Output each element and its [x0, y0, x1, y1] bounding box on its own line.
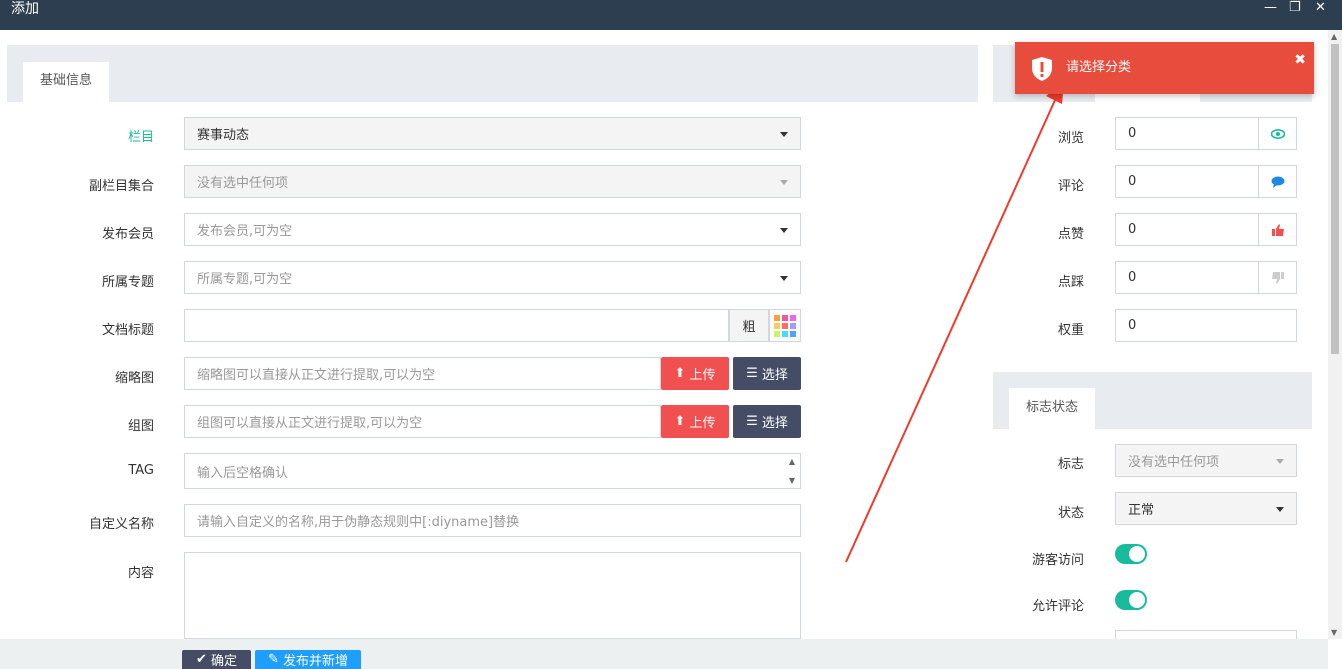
special-select[interactable]: 所属专题,可为空 — [184, 261, 801, 294]
subcategory-select[interactable]: 没有选中任何项 — [184, 165, 801, 198]
eye-icon — [1258, 117, 1297, 150]
check-icon: ✔ — [196, 652, 207, 667]
dislikes-input[interactable]: 0 — [1115, 261, 1259, 294]
chevron-down-icon — [1276, 506, 1284, 512]
color-picker-icon[interactable] — [769, 309, 801, 342]
diyname-input[interactable]: 请输入自定义的名称,用于伪静态规则中[:diyname]替换 — [184, 504, 801, 537]
weight-input[interactable]: 0 — [1115, 309, 1297, 342]
state-select[interactable]: 正常 — [1115, 492, 1297, 525]
special-placeholder: 所属专题,可为空 — [197, 272, 293, 287]
error-toast: 请选择分类 ✖ — [1015, 42, 1314, 94]
window-titlebar: 添加 — ❐ ✕ — [0, 0, 1342, 30]
images-label: 组图 — [127, 419, 154, 434]
views-label: 浏览 — [1057, 131, 1084, 146]
thumb-input[interactable]: 缩略图可以直接从正文进行提取,可以为空 — [184, 357, 661, 390]
comments-label: 评论 — [1057, 179, 1084, 194]
tag-placeholder: 输入后空格确认 — [197, 465, 289, 481]
bold-button[interactable]: 粗 — [729, 309, 769, 342]
member-select[interactable]: 发布会员,可为空 — [184, 213, 801, 246]
likes-label: 点赞 — [1057, 227, 1084, 242]
thumb-upload-label: 上传 — [689, 368, 716, 383]
scroll-down-icon[interactable]: ▼ — [1331, 628, 1337, 637]
weight-label: 权重 — [1057, 323, 1084, 338]
member-placeholder: 发布会员,可为空 — [197, 224, 293, 239]
doctitle-label: 文档标题 — [101, 323, 154, 338]
images-input[interactable]: 组图可以直接从正文进行提取,可以为空 — [184, 405, 661, 438]
scrollbar[interactable]: ▲ ▼ — [1328, 30, 1342, 639]
images-select-label: 选择 — [761, 416, 788, 431]
shield-icon — [1032, 57, 1052, 81]
content-editor[interactable] — [184, 552, 801, 639]
spin-up-icon[interactable]: ▲ — [789, 457, 795, 466]
guest-access-label: 游客访问 — [1031, 553, 1084, 568]
chevron-down-icon — [1276, 458, 1284, 464]
pencil-icon: ✎ — [268, 652, 279, 667]
diyname-label: 自定义名称 — [88, 517, 154, 532]
publish-label: 发布并新增 — [282, 654, 348, 669]
upload-icon: ⬆ — [674, 366, 686, 381]
publish-and-new-button[interactable]: ✎ 发布并新增 — [255, 650, 361, 669]
confirm-button[interactable]: ✔ 确定 — [182, 650, 251, 669]
special-label: 所属专题 — [101, 275, 154, 290]
confirm-label: 确定 — [210, 654, 237, 669]
images-upload-label: 上传 — [689, 416, 716, 431]
diyname-placeholder: 请输入自定义的名称,用于伪静态规则中[:diyname]替换 — [197, 515, 520, 530]
flag-select[interactable]: 没有选中任何项 — [1115, 444, 1297, 477]
doctitle-input[interactable] — [184, 309, 729, 342]
flag-value: 没有选中任何项 — [1128, 455, 1220, 470]
subcategory-label: 副栏目集合 — [88, 179, 154, 194]
category-value: 赛事动态 — [197, 128, 250, 143]
views-input[interactable]: 0 — [1115, 117, 1259, 150]
dislikes-label: 点踩 — [1057, 275, 1084, 290]
thumb-placeholder: 缩略图可以直接从正文进行提取,可以为空 — [197, 368, 436, 383]
maximize-icon[interactable]: ❐ — [1289, 0, 1301, 16]
likes-input[interactable]: 0 — [1115, 213, 1259, 246]
partial-field[interactable] — [1115, 630, 1297, 639]
close-icon[interactable]: ✕ — [1315, 0, 1326, 16]
window-title: 添加 — [11, 1, 39, 17]
tag-input[interactable]: 输入后空格确认 ▲ ▼ — [184, 453, 801, 489]
tag-label: TAG — [128, 463, 154, 478]
allow-comment-toggle[interactable] — [1115, 590, 1147, 610]
flag-label: 标志 — [1057, 457, 1084, 472]
toast-message: 请选择分类 — [1066, 60, 1132, 75]
comment-icon — [1258, 165, 1297, 198]
allow-comment-label: 允许评论 — [1031, 599, 1084, 614]
comments-input[interactable]: 0 — [1115, 165, 1259, 198]
subcategory-value: 没有选中任何项 — [197, 176, 289, 191]
thumbs-down-icon — [1258, 261, 1297, 294]
tab-flag-status[interactable]: 标志状态 — [1009, 388, 1095, 429]
chevron-down-icon — [780, 131, 788, 137]
tab-basic-info[interactable]: 基础信息 — [23, 62, 109, 102]
scroll-up-icon[interactable]: ▲ — [1331, 32, 1337, 41]
basic-panel-header — [7, 45, 978, 102]
thumb-upload-button[interactable]: ⬆ 上传 — [661, 357, 729, 390]
images-placeholder: 组图可以直接从正文进行提取,可以为空 — [197, 416, 423, 431]
thumb-select-label: 选择 — [761, 368, 788, 383]
state-value: 正常 — [1128, 503, 1155, 518]
minimize-icon[interactable]: — — [1264, 0, 1277, 16]
scrollbar-thumb[interactable] — [1331, 44, 1339, 354]
thumb-select-button[interactable]: ☰ 选择 — [733, 357, 801, 390]
spin-down-icon[interactable]: ▼ — [789, 476, 795, 485]
chevron-down-icon — [780, 227, 788, 233]
thumb-label: 缩略图 — [114, 371, 154, 386]
toast-close-icon[interactable]: ✖ — [1294, 52, 1306, 68]
list-icon: ☰ — [746, 366, 758, 381]
guest-access-toggle[interactable] — [1115, 544, 1147, 564]
chevron-down-icon — [780, 179, 788, 185]
list-icon: ☰ — [746, 414, 758, 429]
color-palette-icon — [774, 314, 796, 337]
content-label: 内容 — [127, 566, 154, 581]
chevron-down-icon — [780, 275, 788, 281]
category-label: 栏目 — [127, 130, 154, 145]
images-upload-button[interactable]: ⬆ 上传 — [661, 405, 729, 438]
state-label: 状态 — [1057, 506, 1084, 521]
images-select-button[interactable]: ☰ 选择 — [733, 405, 801, 438]
category-select[interactable]: 赛事动态 — [184, 117, 801, 150]
member-label: 发布会员 — [101, 227, 154, 242]
thumbs-up-icon — [1258, 213, 1297, 246]
upload-icon: ⬆ — [674, 414, 686, 429]
